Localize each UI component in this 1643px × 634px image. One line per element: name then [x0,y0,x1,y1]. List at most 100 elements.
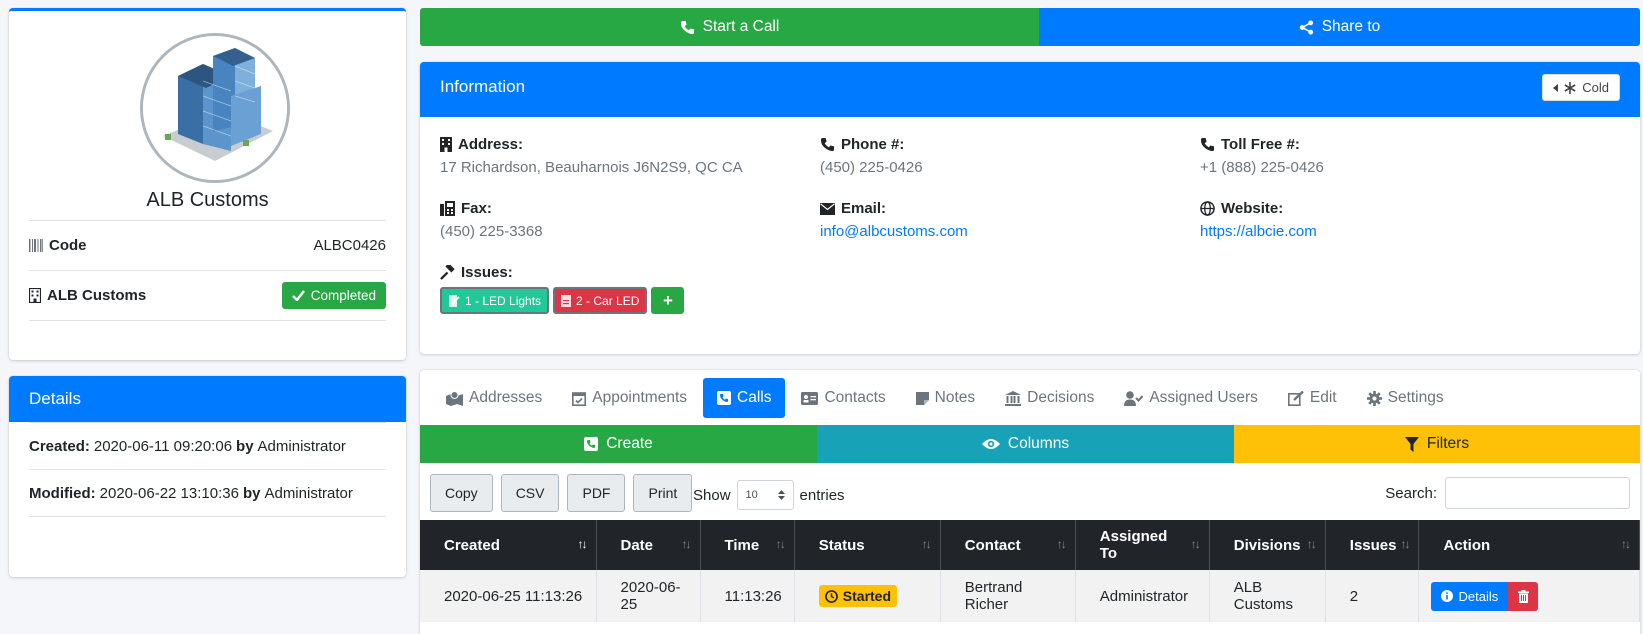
share-button[interactable]: Share to [1039,8,1640,46]
column-header-date[interactable]: Date ↑↓ [596,520,701,570]
filters-button[interactable]: Filters [1234,425,1640,463]
tab-decisions[interactable]: Decisions [991,378,1108,418]
column-header-divisions[interactable]: Divisions ↑↓ [1209,520,1326,570]
website-label: Website: [1221,200,1284,217]
delete-button[interactable] [1508,581,1539,611]
sticky-note-icon [915,391,929,405]
fax-icon [440,201,455,216]
phone-field: Phone #: (450) 225-0426 [820,136,923,176]
code-label: Code [49,237,87,254]
phone-value: (450) 225-0426 [820,159,923,176]
tab-appointments[interactable]: Appointments [558,378,701,418]
entries-label: entries [799,486,845,504]
column-header-time[interactable]: Time ↑↓ [700,520,795,570]
issue-badge-1[interactable]: 1 - LED Lights [440,287,550,314]
fax-value: (450) 225-3368 [440,223,543,240]
created-by: Administrator [257,437,346,455]
sort-icon: ↑↓ [1306,537,1317,551]
modified-by: Administrator [264,484,353,502]
temperature-button[interactable]: Cold [1542,74,1620,101]
status-completed-button[interactable]: Completed [281,282,386,309]
column-header-status[interactable]: Status ↑↓ [794,520,941,570]
building-icon [29,288,41,303]
column-header-created[interactable]: Created ↑↓ [420,520,597,570]
address-card-icon [801,391,819,405]
university-icon [1005,390,1022,406]
sort-icon: ↑↓ [1400,537,1410,551]
edit-icon [1287,390,1304,406]
search-input[interactable] [1445,477,1630,509]
website-field: Website: https://albcie.com [1200,200,1317,240]
information-card: Information Cold Address: 17 Richardson,… [420,62,1640,354]
snowflake-icon [1564,81,1576,94]
user-check-icon [1124,390,1144,406]
column-header-issues[interactable]: Issues ↑↓ [1325,520,1420,570]
sort-icon: ↑↓ [1190,537,1201,551]
code-row: Code ALBC0426 [29,220,386,270]
share-icon [1299,19,1314,35]
top-action-bar: Start a Call Share to [420,8,1640,46]
columns-button[interactable]: Columns [817,425,1234,463]
details-button[interactable]: Details [1431,581,1509,611]
csv-button[interactable]: CSV [500,474,560,512]
entries-select[interactable]: 10 [736,480,794,510]
column-header-contact[interactable]: Contact ↑↓ [940,520,1076,570]
show-label: Show [693,486,731,504]
pdf-button[interactable]: PDF [567,474,626,512]
modified-row: Modified: 2020-06-22 13:10:36 by Adminis… [29,469,386,516]
calendar-check-icon [572,391,587,406]
information-title: Information [440,77,526,96]
divider [29,516,386,517]
issue-badge-2[interactable]: 2 - Car LED [553,287,648,314]
tollfree-value: +1 (888) 225-0426 [1200,159,1324,176]
tab-notes[interactable]: Notes [902,378,990,418]
create-button[interactable]: Create [420,425,817,463]
column-header-action[interactable]: Action ↑↓ [1418,520,1640,570]
company-avatar [140,33,290,183]
profile-card: ALB Customs Code ALBC0426 ALB Customs Co… [9,8,406,360]
print-button[interactable]: Print [633,474,693,512]
modified-value: 2020-06-22 13:10:36 [99,484,239,502]
status-badge: Started [818,585,898,607]
created-label: Created: [29,437,90,455]
tabs-card: Addresses Appointments Calls Contacts No… [420,370,1640,634]
cell-divisions: ALB Customs [1209,570,1326,622]
check-icon [291,290,305,301]
modified-label: Modified: [29,484,96,502]
code-value: ALBC0426 [313,237,386,254]
email-field: Email: info@albcustoms.com [820,200,968,240]
tab-calls[interactable]: Calls [703,378,786,418]
barcode-icon [29,239,43,252]
email-link[interactable]: info@albcustoms.com [820,223,968,240]
issues-field: Issues: 1 - LED Lights 2 - Car LED + [440,264,685,314]
tab-edit[interactable]: Edit [1274,378,1351,418]
sort-icon: ↑↓ [921,537,932,551]
cell-status: Started [794,570,941,622]
add-issue-button[interactable]: + [651,287,685,314]
sort-icon: ↑↓ [1621,537,1631,551]
company-name: ALB Customs [146,189,269,211]
details-title: Details [9,376,406,422]
tab-bar: Addresses Appointments Calls Contacts No… [432,378,1458,418]
phone-label: Phone #: [841,136,905,153]
column-header-assigned-to[interactable]: Assigned To ↑↓ [1075,520,1210,570]
sort-icon: ↑↓ [681,537,692,551]
cell-issues: 2 [1325,570,1420,622]
sort-icon: ↑↓ [577,537,588,551]
copy-button[interactable]: Copy [430,474,493,512]
tab-addresses[interactable]: Addresses [432,378,556,418]
tab-settings[interactable]: Settings [1353,378,1458,418]
phone-icon [1200,137,1215,152]
table-search: Search: [1385,477,1630,509]
website-link[interactable]: https://albcie.com [1200,223,1317,240]
export-buttons: Copy CSV PDF Print [430,474,693,512]
phone-icon [820,137,835,152]
tab-contacts[interactable]: Contacts [787,378,899,418]
start-call-button[interactable]: Start a Call [420,8,1039,46]
map-marked-icon [446,390,463,406]
show-entries: Show 10 entries [693,480,845,510]
tab-assigned-users[interactable]: Assigned Users [1110,378,1272,418]
phone-square-icon [584,437,599,451]
email-label: Email: [841,200,887,217]
issues-label: Issues: [461,264,513,281]
